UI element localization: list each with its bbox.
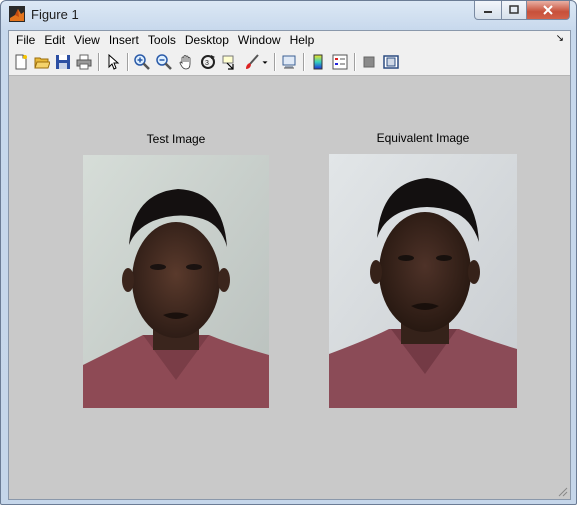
print-button[interactable] — [75, 53, 93, 71]
save-button[interactable] — [54, 53, 72, 71]
zoom-in-button[interactable] — [133, 53, 151, 71]
toolbar-separator — [274, 53, 276, 71]
rotate-3d-button[interactable]: 3 — [199, 53, 217, 71]
window-title: Figure 1 — [31, 7, 79, 22]
title-bar[interactable]: Figure 1 — [1, 1, 576, 29]
print-icon — [76, 54, 92, 70]
test-image — [83, 155, 269, 408]
maximize-button[interactable] — [502, 1, 527, 20]
toolbar-separator — [303, 53, 305, 71]
menu-bar: File Edit View Insert Tools Desktop Wind… — [9, 31, 570, 49]
new-figure-icon — [15, 54, 27, 70]
toolbar-separator — [98, 53, 100, 71]
link-plot-icon — [282, 55, 296, 69]
minimize-button[interactable] — [474, 1, 502, 20]
menu-view[interactable]: View — [70, 33, 104, 47]
figure-toolbar: 3 — [9, 49, 570, 76]
brush-dropdown[interactable] — [260, 53, 270, 71]
brush-button[interactable] — [243, 53, 261, 71]
save-icon — [56, 55, 70, 69]
pan-hand-icon — [179, 55, 191, 70]
pan-button[interactable] — [177, 53, 195, 71]
hide-plot-tools-icon — [363, 56, 375, 68]
equivalent-image — [329, 154, 517, 408]
rotate-3d-icon: 3 — [201, 55, 215, 69]
menu-desktop[interactable]: Desktop — [181, 33, 233, 47]
open-file-icon — [34, 57, 50, 69]
matlab-logo-icon — [9, 6, 25, 22]
axes-title-test-image: Test Image — [146, 132, 206, 146]
pointer-button[interactable] — [104, 53, 122, 71]
resize-grip-icon[interactable] — [558, 487, 568, 497]
zoom-out-button[interactable] — [155, 53, 173, 71]
zoom-in-icon — [134, 54, 150, 70]
show-plot-tools-button[interactable] — [382, 53, 400, 71]
zoom-out-icon — [156, 54, 172, 70]
close-icon — [543, 5, 553, 15]
colorbar-button[interactable] — [309, 53, 327, 71]
brush-icon — [246, 54, 259, 69]
axes-title-equivalent-image: Equivalent Image — [376, 131, 470, 145]
open-file-button[interactable] — [33, 53, 51, 71]
menu-help[interactable]: Help — [286, 33, 319, 47]
toolbar-separator — [127, 53, 129, 71]
show-plot-tools-icon — [383, 55, 399, 69]
menu-window[interactable]: Window — [234, 33, 285, 47]
link-plot-button[interactable] — [280, 53, 298, 71]
menu-insert[interactable]: Insert — [105, 33, 143, 47]
maximize-icon — [509, 5, 519, 14]
close-button[interactable] — [527, 1, 570, 20]
toolbar-separator — [354, 53, 356, 71]
face-photo-image — [329, 154, 517, 408]
minimize-icon — [484, 11, 492, 13]
data-cursor-button[interactable] — [221, 53, 239, 71]
menu-file[interactable]: File — [12, 33, 39, 47]
face-photo-image — [83, 155, 269, 408]
figure-window: Figure 1 File Edit View Insert Tools Des… — [0, 0, 577, 505]
new-figure-button[interactable] — [12, 53, 30, 71]
pointer-icon — [108, 54, 120, 70]
colorbar-icon — [313, 54, 323, 70]
legend-button[interactable] — [331, 53, 349, 71]
hide-plot-tools-button[interactable] — [360, 53, 378, 71]
figure-client-area: File Edit View Insert Tools Desktop Wind… — [8, 30, 571, 500]
menu-tools[interactable]: Tools — [144, 33, 180, 47]
svg-text:3: 3 — [205, 60, 209, 67]
data-cursor-icon — [222, 55, 234, 70]
dock-arrow-icon[interactable]: ↘ — [556, 33, 564, 44]
dropdown-arrow-icon — [262, 61, 268, 64]
legend-icon — [332, 54, 348, 70]
menu-edit[interactable]: Edit — [40, 33, 69, 47]
